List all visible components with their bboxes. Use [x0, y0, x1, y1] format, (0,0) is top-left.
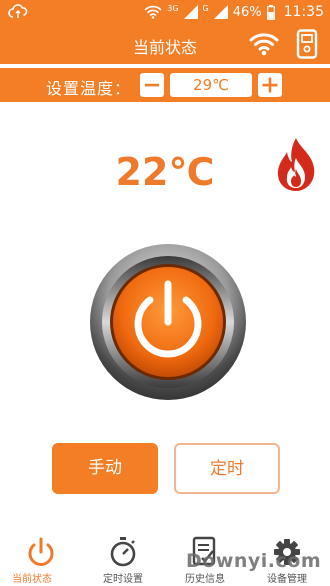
device-icon[interactable]	[296, 29, 318, 59]
minus-icon	[145, 83, 159, 87]
battery-icon	[266, 4, 275, 20]
nav-label: 设备管理	[267, 574, 307, 585]
page-title: 当前状态	[132, 38, 197, 57]
status-icons: 3G G 46% 11:35	[144, 2, 324, 22]
nav-item-timer-settings[interactable]: 定时设置	[82, 532, 164, 586]
target-temp-field[interactable]: 29℃	[170, 73, 252, 97]
nav-label: 历史信息	[185, 574, 225, 585]
battery-percent: 46%	[232, 4, 262, 20]
flame-icon	[277, 138, 315, 191]
decrease-temp-button[interactable]	[140, 73, 164, 97]
stopwatch-icon	[110, 537, 136, 567]
temperature-setting-bar: 设置温度： 29℃	[0, 68, 330, 102]
timer-mode-button[interactable]: 定时	[174, 443, 280, 494]
network-g-label: G	[202, 4, 209, 13]
bottom-navigation: 当前状态 定时设置 历史信息 设备管理 Downyi.com	[0, 532, 330, 586]
wifi-icon[interactable]	[249, 31, 279, 57]
network-3g-label: 3G	[167, 4, 179, 13]
signal-icon	[183, 5, 198, 19]
nav-label: 当前状态	[12, 574, 52, 585]
watermark: Downyi.com	[186, 550, 322, 572]
status-bar: 3G G 46% 11:35	[0, 0, 330, 24]
plus-icon	[262, 77, 278, 93]
signal-icon	[213, 5, 228, 19]
power-icon	[28, 537, 54, 566]
power-button[interactable]	[88, 242, 248, 402]
increase-temp-button[interactable]	[258, 73, 282, 97]
power-icon	[90, 244, 246, 400]
manual-mode-button[interactable]: 手动	[52, 443, 158, 494]
wifi-status-icon	[144, 5, 162, 19]
nav-label: 定时设置	[103, 574, 143, 585]
cloud-sync-icon	[8, 4, 28, 18]
app-header: 当前状态	[0, 24, 330, 64]
set-temperature-label: 设置温度：	[46, 79, 132, 98]
nav-item-current-status[interactable]: 当前状态	[0, 532, 82, 586]
clock: 11:35	[283, 4, 324, 20]
